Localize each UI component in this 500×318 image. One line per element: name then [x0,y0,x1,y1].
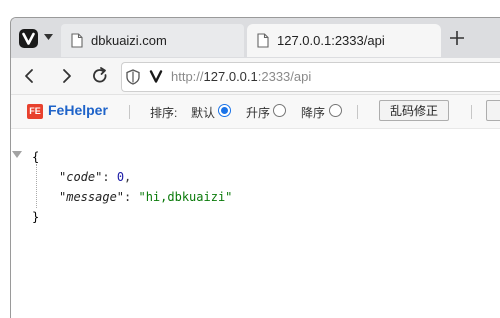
json-row-message: "message": "hi,dbkuaizi" [59,190,233,204]
sort-desc-radio[interactable] [329,104,342,117]
collapse-toggle-icon[interactable] [12,151,22,158]
document-icon [257,33,269,48]
tab-dbkuaizi[interactable]: dbkuaizi.com [61,24,244,57]
reload-icon [93,67,107,83]
tab-title: dbkuaizi.com [91,33,167,48]
json-viewer: { "code": 0, "message": "hi,dbkuaizi" } [11,129,500,318]
back-icon [25,69,33,83]
fehelper-logo-icon: FE [27,104,43,119]
json-row-code: "code": 0, [59,170,132,184]
fehelper-toolbar: FE FeHelper 排序: 默认 升序 降序 乱码修正 [11,95,500,129]
forward-icon [63,69,71,83]
forward-button[interactable] [55,65,77,87]
sort-default-radio[interactable] [218,104,231,117]
json-key: "code" [59,170,103,184]
plus-icon [450,31,464,45]
divider [129,105,130,119]
new-tab-button[interactable] [444,25,470,51]
chevron-down-icon [44,34,53,40]
fehelper-name[interactable]: FeHelper [48,102,108,118]
shield-icon[interactable] [126,69,140,85]
address-bar: http://127.0.0.1:2333/api [11,58,500,95]
sort-asc-radio[interactable] [273,104,286,117]
sort-asc-label: 升序 [246,106,271,120]
sort-desc-label: 降序 [301,106,326,120]
json-key: "message" [59,190,125,204]
url-field[interactable]: http://127.0.0.1:2333/api [121,62,500,92]
browser-window: dbkuaizi.com 127.0.0.1:2333/api http://1… [10,17,500,318]
encoding-fix-button[interactable]: 乱码修正 [379,100,449,121]
document-icon [71,33,83,48]
json-close-brace: } [32,210,40,224]
vivaldi-v-icon[interactable] [149,69,163,84]
url-path: :2333/api [257,69,312,84]
more-button[interactable] [486,100,500,121]
url-scheme: http:// [171,69,204,84]
json-open-brace: { [32,150,40,164]
back-button[interactable] [19,65,41,87]
json-value-string: "hi,dbkuaizi" [138,190,233,204]
url-text: http://127.0.0.1:2333/api [171,69,311,84]
json-value-number: 0 [116,170,125,184]
divider [357,105,358,119]
tab-title: 127.0.0.1:2333/api [277,33,385,48]
tab-api-active[interactable]: 127.0.0.1:2333/api [247,24,441,57]
vivaldi-logo-icon [19,29,38,48]
sort-default-label: 默认 [191,106,216,120]
sort-label: 排序: [150,106,178,120]
divider [471,105,472,119]
url-host: 127.0.0.1 [203,69,258,84]
indent-guide [36,164,37,208]
vivaldi-menu-button[interactable] [17,27,57,49]
tab-bar: dbkuaizi.com 127.0.0.1:2333/api [11,18,500,58]
reload-button[interactable] [89,65,111,87]
